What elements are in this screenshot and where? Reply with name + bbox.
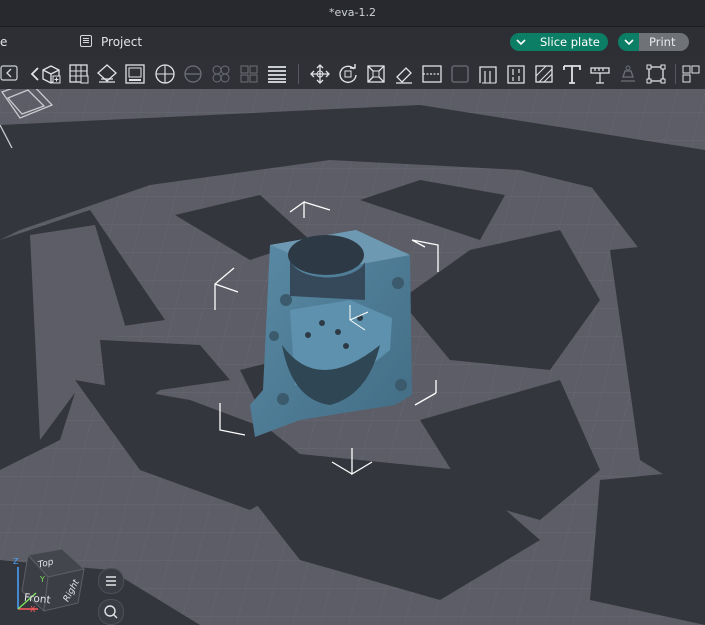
menu-icon	[106, 576, 116, 586]
search-icon	[104, 605, 118, 619]
view-menu-button[interactable]	[98, 568, 124, 594]
slice-plate-button[interactable]: Slice plate	[510, 33, 608, 51]
slice-plate-label: Slice plate	[540, 35, 600, 49]
variable-layer-icon	[238, 63, 260, 85]
rotate-icon[interactable]	[337, 63, 359, 85]
axis-x-label: X	[30, 605, 36, 614]
fuzzy-icon[interactable]	[533, 63, 555, 85]
seam-icon[interactable]	[477, 63, 499, 85]
move-icon[interactable]	[309, 63, 331, 85]
3d-model[interactable]	[250, 230, 412, 437]
paint-icon[interactable]	[393, 63, 415, 85]
measure-icon[interactable]	[589, 63, 611, 85]
build-plate-scene[interactable]	[0, 89, 705, 625]
orient-icon[interactable]	[96, 63, 118, 85]
print-label: Print	[649, 35, 676, 49]
split-icon	[182, 63, 204, 85]
axis-z-label: Z	[13, 557, 19, 566]
print-dropdown-button[interactable]	[618, 33, 639, 51]
print-button[interactable]: Print	[639, 33, 689, 51]
add-part-icon[interactable]	[154, 63, 176, 85]
scale-icon[interactable]	[365, 63, 387, 85]
plate-icon[interactable]	[124, 63, 146, 85]
window-title: *eva-1.2	[329, 6, 376, 19]
toolbar-divider	[675, 64, 676, 84]
toolbar-divider	[298, 64, 299, 84]
plate-grid-icon[interactable]	[680, 63, 702, 85]
collapse-icon[interactable]	[0, 63, 20, 85]
cut-icon[interactable]	[421, 63, 443, 85]
text-icon[interactable]	[561, 63, 583, 85]
emboss-icon	[449, 63, 471, 85]
back-icon[interactable]	[24, 63, 39, 85]
support-paint-icon[interactable]	[505, 63, 527, 85]
split-parts-icon	[210, 63, 232, 85]
assembly-icon	[617, 63, 639, 85]
zoom-button[interactable]	[98, 599, 124, 625]
title-bar: *eva-1.2	[0, 0, 705, 27]
add-cube-icon[interactable]	[40, 63, 62, 85]
settings-icon[interactable]	[645, 63, 667, 85]
3d-viewport[interactable]: Top Front Right Z Y X	[0, 89, 705, 625]
chevron-down-icon	[624, 39, 634, 46]
menu-item-project[interactable]: Project	[101, 35, 142, 49]
axis-y-label: Y	[40, 575, 45, 584]
menu-item-partial[interactable]: e	[0, 35, 7, 49]
chevron-down-icon[interactable]	[514, 33, 528, 51]
arrange-icon[interactable]	[68, 63, 90, 85]
layers-icon[interactable]	[266, 63, 288, 85]
project-icon	[80, 35, 92, 47]
